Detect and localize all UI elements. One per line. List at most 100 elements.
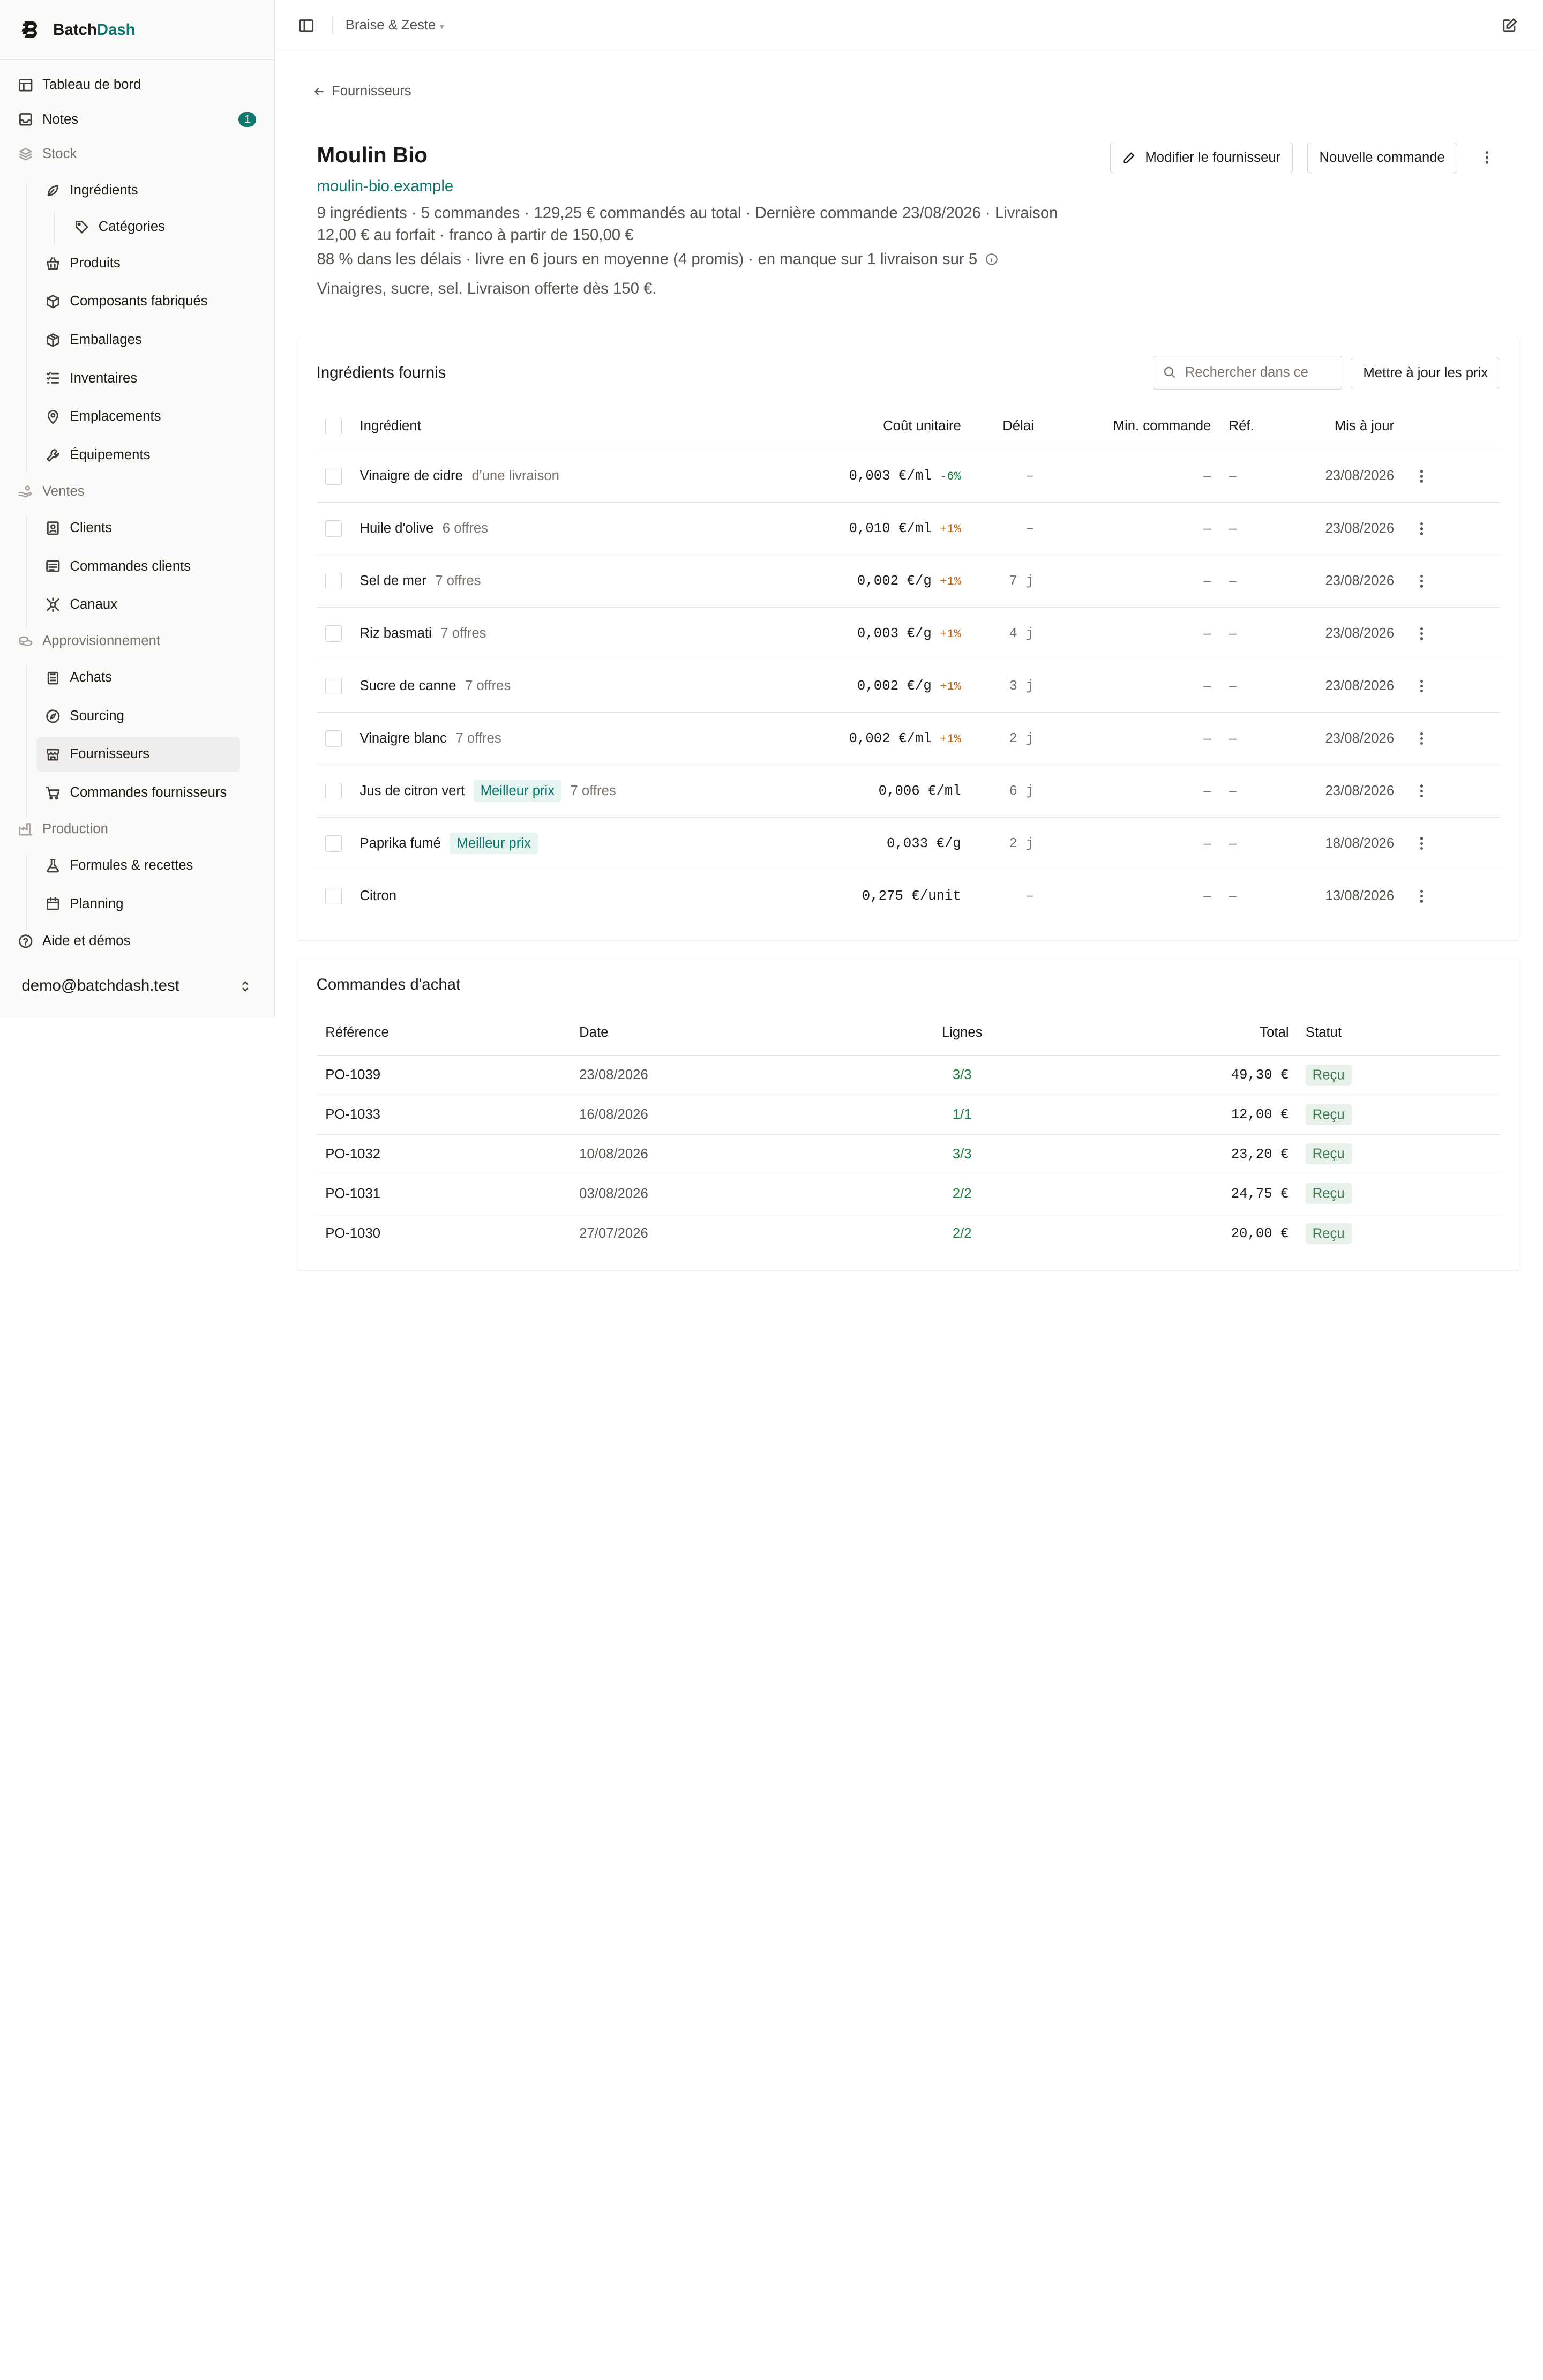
sidebar-item-canaux[interactable]: Canaux — [0, 586, 274, 624]
row-actions-icon[interactable] — [1416, 468, 1428, 484]
ingredient-name[interactable]: Jus de citron vert — [359, 783, 465, 799]
po-reference[interactable]: PO-1033 — [317, 1107, 579, 1122]
ingredient-name[interactable]: Vinaigre de cidre — [359, 468, 462, 484]
compose-icon[interactable] — [1502, 18, 1517, 33]
row-actions-icon[interactable] — [1416, 521, 1428, 536]
ingredient-name[interactable]: Riz basmati — [359, 626, 431, 641]
column-header-status[interactable]: Statut — [1289, 1025, 1342, 1041]
row-actions-icon[interactable] — [1416, 783, 1428, 799]
sidebar-item-sourcing[interactable]: Sourcing — [0, 697, 274, 735]
workspace-switcher[interactable]: Braise & Zeste ▾ — [346, 18, 444, 33]
ingredients-search-input[interactable]: Rechercher dans ce — [1153, 356, 1342, 390]
ingredient-name[interactable]: Sucre de canne — [359, 678, 456, 694]
sidebar-item-equipements[interactable]: Équipements — [0, 436, 274, 475]
sidebar-item-label: Sourcing — [70, 708, 124, 723]
table-row[interactable]: Paprika fumé Meilleur prix 0,033 €/g 2 j – – 1… — [316, 818, 1501, 870]
row-checkbox[interactable] — [325, 888, 342, 905]
sidebar-section-ventes[interactable]: Ventes — [0, 474, 274, 508]
row-checkbox[interactable] — [325, 730, 342, 747]
ingredient-name[interactable]: Citron — [359, 888, 396, 904]
sidebar-item-produits[interactable]: Produits — [0, 244, 274, 283]
column-header-delay[interactable]: Délai — [961, 418, 1034, 434]
row-actions-icon[interactable] — [1416, 573, 1428, 589]
sidebar-item-ingredients[interactable]: Ingrédients — [0, 171, 274, 210]
row-checkbox[interactable] — [325, 782, 342, 799]
po-reference[interactable]: PO-1031 — [317, 1186, 579, 1202]
table-row[interactable]: PO-1032 10/08/2026 3/3 23,20 € Reçu — [316, 1135, 1501, 1174]
row-checkbox[interactable] — [325, 520, 342, 537]
table-row[interactable]: PO-1031 03/08/2026 2/2 24,75 € Reçu — [316, 1174, 1501, 1214]
row-checkbox[interactable] — [325, 468, 342, 485]
sidebar-item-notes[interactable]: Notes 1 — [0, 102, 274, 137]
table-row[interactable]: PO-1033 16/08/2026 1/1 12,00 € Reçu — [316, 1095, 1501, 1135]
sidebar-toggle-icon[interactable] — [298, 18, 314, 33]
sidebar-item-commandes-clients[interactable]: Commandes clients — [0, 547, 274, 586]
column-header-cost[interactable]: Coût unitaire — [834, 418, 961, 434]
ingredient-name[interactable]: Huile d'olive — [359, 521, 433, 536]
help-circle-icon — [18, 933, 33, 949]
status-badge: Reçu — [1305, 1104, 1352, 1125]
ingredient-name[interactable]: Sel de mer — [359, 573, 426, 589]
po-reference[interactable]: PO-1032 — [317, 1147, 579, 1162]
row-actions-icon[interactable] — [1416, 836, 1428, 851]
sidebar-section-stock[interactable]: Stock — [0, 137, 274, 171]
table-row[interactable]: Vinaigre de cidre d'une livraison 0,003 €/… — [316, 450, 1501, 503]
select-all-checkbox[interactable] — [325, 418, 342, 435]
sidebar-item-achats[interactable]: Achats — [0, 658, 274, 697]
column-header-date[interactable]: Date — [579, 1025, 886, 1041]
ingredient-name[interactable]: Vinaigre blanc — [359, 731, 446, 746]
sidebar-item-inventaires[interactable]: Inventaires — [0, 359, 274, 398]
po-reference[interactable]: PO-1039 — [317, 1067, 579, 1083]
sidebar-item-planning[interactable]: Planning — [0, 885, 274, 923]
table-row[interactable]: Sel de mer 7 offres 0,002 €/g +1% 7 j – – 23/0… — [316, 555, 1501, 608]
brand[interactable]: BatchDash — [0, 0, 274, 61]
column-header-ref[interactable]: Réf. — [1211, 418, 1304, 434]
sidebar-item-fournisseurs[interactable]: Fournisseurs — [36, 737, 241, 772]
user-menu[interactable]: demo@batchdash.test — [0, 966, 274, 1007]
table-row[interactable]: PO-1030 27/07/2026 2/2 20,00 € Reçu — [317, 1214, 1501, 1254]
table-row[interactable]: PO-1039 23/08/2026 3/3 49,30 € Reçu — [316, 1056, 1501, 1096]
more-actions-icon[interactable] — [1481, 149, 1493, 165]
column-header-ingredient[interactable]: Ingrédient — [359, 418, 834, 434]
sidebar-item-dashboard[interactable]: Tableau de bord — [0, 68, 274, 102]
row-checkbox[interactable] — [325, 835, 342, 852]
sidebar-item-clients[interactable]: Clients — [0, 509, 274, 548]
row-actions-icon[interactable] — [1416, 731, 1428, 746]
sidebar-section-approvisionnement[interactable]: Approvisionnement — [0, 624, 274, 658]
sidebar-item-commandes-fournisseurs[interactable]: Commandes fournisseurs — [0, 774, 274, 812]
sidebar-item-composants[interactable]: Composants fabriqués — [0, 282, 274, 321]
column-header-total[interactable]: Total — [1038, 1025, 1289, 1041]
unit-cost: 0,033 €/g — [887, 835, 961, 851]
update-prices-button[interactable]: Mettre à jour les prix — [1351, 357, 1501, 388]
po-reference[interactable]: PO-1030 — [317, 1226, 579, 1241]
row-actions-icon[interactable] — [1416, 888, 1428, 904]
min-order-cell: – — [1203, 730, 1211, 746]
sidebar-item-formules[interactable]: Formules & recettes — [0, 847, 274, 885]
row-checkbox[interactable] — [325, 625, 342, 642]
sidebar-item-emplacements[interactable]: Emplacements — [0, 398, 274, 436]
table-row[interactable]: Vinaigre blanc 7 offres 0,002 €/ml +1% 2 j –… — [316, 713, 1501, 765]
row-actions-icon[interactable] — [1416, 678, 1428, 694]
sidebar-item-emballages[interactable]: Emballages — [0, 321, 274, 360]
ingredient-name[interactable]: Paprika fumé — [359, 836, 440, 851]
column-header-lines[interactable]: Lignes — [886, 1025, 1038, 1041]
back-link[interactable]: Fournisseurs — [313, 84, 411, 99]
column-header-updated[interactable]: Mis à jour — [1304, 418, 1394, 434]
sidebar-item-categories[interactable]: Catégories — [0, 209, 274, 244]
column-header-min-order[interactable]: Min. commande — [1034, 418, 1211, 434]
table-row[interactable]: Sucre de canne 7 offres 0,002 €/g +1% 3 j – –… — [316, 660, 1501, 713]
new-order-button[interactable]: Nouvelle commande — [1307, 143, 1457, 174]
table-row[interactable]: Citron 0,275 €/unit – – – 13/08/2026 — [317, 870, 1501, 923]
row-actions-icon[interactable] — [1416, 626, 1428, 641]
sidebar-item-aide[interactable]: Aide et démos — [0, 923, 274, 960]
sidebar-section-production[interactable]: Production — [0, 812, 274, 846]
table-row[interactable]: Jus de citron vert Meilleur prix 7 offres 0… — [316, 765, 1501, 818]
row-checkbox[interactable] — [325, 677, 342, 695]
table-row[interactable]: Riz basmati 7 offres 0,003 €/g +1% 4 j – – 23/… — [316, 608, 1501, 661]
info-icon[interactable] — [985, 253, 998, 266]
supplier-website-link[interactable]: moulin-bio.example — [317, 177, 454, 196]
table-row[interactable]: Huile d'olive 6 offres 0,010 €/ml +1% – – – 23… — [316, 503, 1501, 556]
row-checkbox[interactable] — [325, 573, 342, 590]
edit-supplier-button[interactable]: Modifier le fournisseur — [1110, 143, 1293, 174]
column-header-reference[interactable]: Référence — [317, 1025, 579, 1041]
